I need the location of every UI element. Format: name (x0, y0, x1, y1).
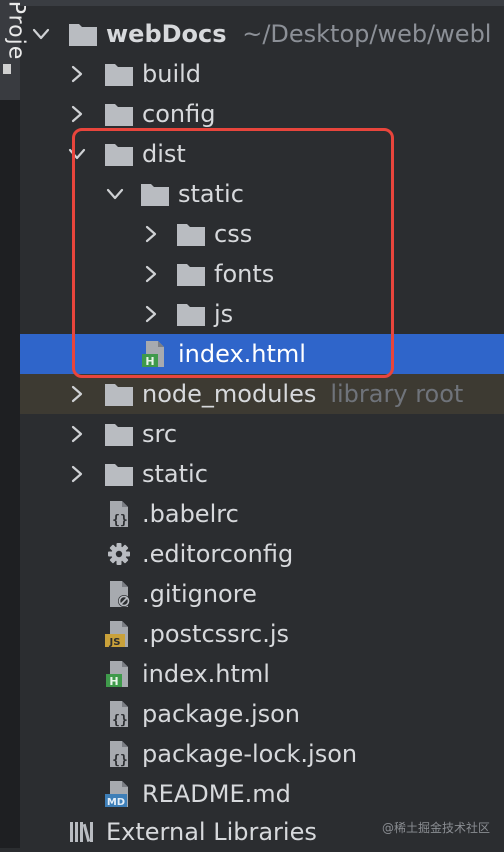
tree-item-label: fonts (214, 260, 275, 288)
folder-icon (140, 180, 170, 208)
tree-row-index-html[interactable]: H index.html (20, 654, 504, 694)
tree-row-gitignore[interactable]: .gitignore (20, 574, 504, 614)
svg-text:{}: {} (112, 713, 128, 728)
tree-item-label: js (214, 300, 234, 328)
tree-item-label: External Libraries (106, 818, 317, 846)
tree-row-readme[interactable]: MD README.md (20, 774, 504, 814)
json-file-icon: {} (104, 700, 134, 728)
svg-text:{}: {} (112, 753, 128, 768)
chevron-right-icon[interactable] (140, 254, 162, 294)
library-icon (68, 818, 98, 846)
folder-icon (104, 380, 134, 408)
tree-row-root[interactable]: webDocs ~/Desktop/web/webl (20, 14, 504, 54)
chevron-right-icon[interactable] (66, 94, 88, 134)
tree-row-js[interactable]: js (20, 294, 504, 334)
root-label: webDocs ~/Desktop/web/webl (106, 14, 491, 54)
tree-item-label: .postcssrc.js (142, 620, 289, 648)
tree-item-label: README.md (142, 780, 291, 808)
tree-row-dist-index-html[interactable]: H index.html (20, 334, 504, 374)
project-tool-tab[interactable]: Proje (0, 0, 28, 100)
md-badge-text: MD (107, 797, 125, 808)
chevron-down-icon[interactable] (104, 174, 126, 214)
html-badge-text: H (145, 355, 154, 368)
project-tool-window-strip: Proje (0, 0, 28, 848)
tree-row-postcssrc[interactable]: JS .postcssrc.js (20, 614, 504, 654)
root-name: webDocs (106, 20, 227, 48)
tree-item-label: static (142, 460, 208, 488)
folder-icon (176, 300, 206, 328)
html-file-icon: H (140, 340, 170, 368)
chevron-right-icon[interactable] (66, 454, 88, 494)
chevron-down-icon[interactable] (30, 14, 52, 54)
svg-text:{}: {} (112, 513, 128, 528)
tree-item-label: package.json (142, 700, 301, 728)
strip-marker (3, 64, 11, 74)
config-file-icon: {} (104, 500, 134, 528)
tree-row-config[interactable]: config (20, 94, 504, 134)
tree-row-build[interactable]: build (20, 54, 504, 94)
tree-row-editorconfig[interactable]: .editorconfig (20, 534, 504, 574)
folder-icon (104, 60, 134, 88)
tree-item-label: build (142, 60, 202, 88)
folder-icon (176, 260, 206, 288)
tree-row-dist[interactable]: dist (20, 134, 504, 174)
tree-row-css[interactable]: css (20, 214, 504, 254)
chevron-right-icon[interactable] (140, 214, 162, 254)
tree-item-label: .babelrc (142, 500, 239, 528)
html-file-icon: H (104, 660, 134, 688)
tree-item-label: .editorconfig (142, 540, 294, 568)
tree-item-label: index.html (178, 340, 306, 368)
tree-row-static[interactable]: static (20, 454, 504, 494)
tree-item-label: dist (142, 140, 186, 168)
folder-icon (104, 140, 134, 168)
project-tree: webDocs ~/Desktop/web/webl build config … (20, 0, 504, 848)
tree-row-package-lock-json[interactable]: {} package-lock.json (20, 734, 504, 774)
tree-row-src[interactable]: src (20, 414, 504, 454)
folder-icon (104, 100, 134, 128)
tree-row-babelrc[interactable]: {} .babelrc (20, 494, 504, 534)
folder-icon (176, 220, 206, 248)
tree-row-fonts[interactable]: fonts (20, 254, 504, 294)
chevron-right-icon[interactable] (140, 294, 162, 334)
library-root-hint: library root (330, 380, 464, 408)
chevron-right-icon[interactable] (66, 414, 88, 454)
chevron-right-icon[interactable] (66, 374, 88, 414)
watermark: @稀土掘金技术社区 (381, 821, 490, 835)
folder-icon (104, 420, 134, 448)
tree-item-label-group: node_modules library root (142, 374, 463, 414)
chevron-right-icon[interactable] (66, 54, 88, 94)
tree-item-label: package-lock.json (142, 740, 358, 768)
ignore-file-icon (104, 580, 134, 608)
tree-item-label: node_modules (142, 380, 317, 408)
tree-item-label: index.html (142, 660, 270, 688)
chevron-down-icon[interactable] (66, 134, 88, 174)
markdown-file-icon: MD (104, 780, 134, 808)
json-file-icon: {} (104, 740, 134, 768)
tree-item-label: static (178, 180, 244, 208)
folder-icon (104, 460, 134, 488)
tree-row-node-modules[interactable]: node_modules library root (20, 374, 504, 414)
tree-row-dist-static[interactable]: static (20, 174, 504, 214)
js-badge-text: JS (109, 637, 121, 648)
gear-icon (104, 540, 134, 568)
js-file-icon: JS (104, 620, 134, 648)
tree-item-label: config (142, 100, 216, 128)
tree-item-label: .gitignore (142, 580, 257, 608)
folder-icon (68, 20, 98, 48)
tree-item-label: src (142, 420, 178, 448)
root-path: ~/Desktop/web/webl (242, 20, 492, 48)
tree-row-package-json[interactable]: {} package.json (20, 694, 504, 734)
html-badge-text: H (109, 675, 118, 688)
tree-item-label: css (214, 220, 253, 248)
